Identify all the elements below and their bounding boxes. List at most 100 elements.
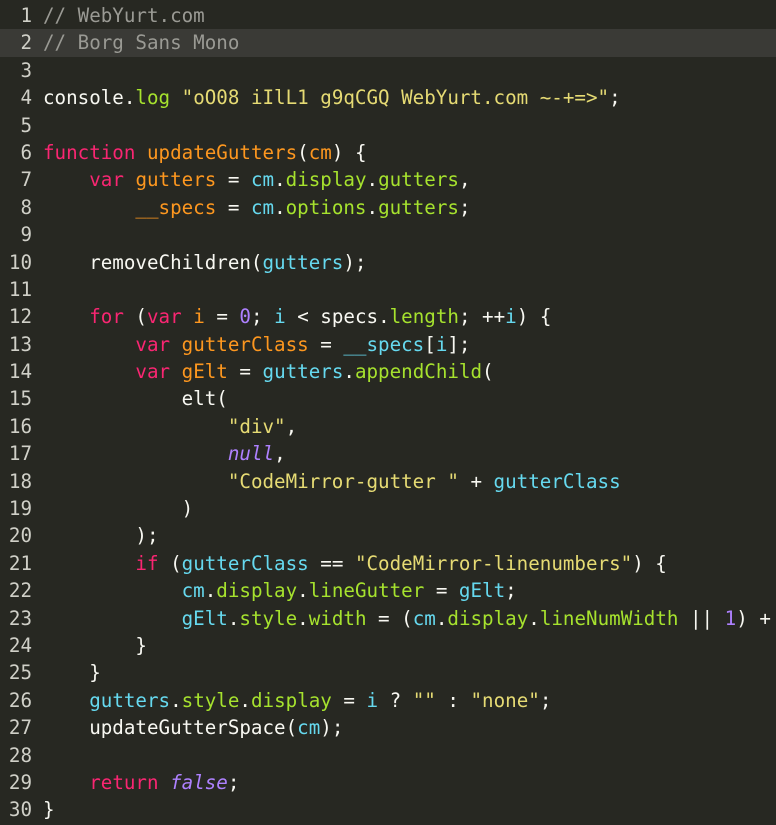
code-token: removeChildren( xyxy=(43,250,263,274)
code-token: var xyxy=(135,332,171,356)
code-token: null xyxy=(227,442,275,466)
code-line[interactable]: 10 removeChildren(gutters); xyxy=(0,249,776,276)
code-line[interactable]: 14 var gElt = gutters.appendChild( xyxy=(0,358,776,385)
code-line[interactable]: 27 updateGutterSpace(cm); xyxy=(0,714,776,741)
code-token: == xyxy=(308,551,355,575)
code-token: lineGutter xyxy=(308,579,425,603)
code-line[interactable]: 11 xyxy=(0,276,776,303)
line-number: 16 xyxy=(8,414,32,438)
line-number: 30 xyxy=(8,798,32,822)
code-line[interactable]: 30} xyxy=(0,796,776,823)
code-token: || xyxy=(678,606,725,630)
code-line[interactable]: 18 "CodeMirror-gutter " + gutterClass xyxy=(0,468,776,495)
code-token: gutters xyxy=(262,360,344,384)
code-line[interactable]: 22 cm.display.lineGutter = gElt; xyxy=(0,577,776,604)
code-line[interactable]: 13 var gutterClass = __specs[i]; xyxy=(0,331,776,358)
code-line[interactable]: 29 return false; xyxy=(0,769,776,796)
line-code: "CodeMirror-gutter " + gutterClass xyxy=(32,468,621,495)
code-line[interactable]: 4 console.log "oO08 iIlL1 g9qCGQ WebYurt.… xyxy=(0,84,776,111)
code-token: cm xyxy=(250,195,275,219)
code-token: updateGutters xyxy=(146,140,298,164)
code-token: ; ++ xyxy=(458,305,506,329)
code-line[interactable]: 21 if (gutterClass == "CodeMirror-linenu… xyxy=(0,550,776,577)
code-line[interactable]: 2 // Borg Sans Mono xyxy=(0,29,776,57)
code-line[interactable]: 19 ) xyxy=(0,495,776,522)
line-number: 7 xyxy=(20,168,32,192)
code-token: __specs xyxy=(135,195,217,219)
line-code: for (var i = 0; i < specs.length; ++i) { xyxy=(32,303,551,330)
line-code: updateGutterSpace(cm); xyxy=(32,714,343,741)
code-token: . xyxy=(227,606,240,630)
line-code: gElt.style.width = (cm.display.lineNumWi… xyxy=(32,605,771,632)
code-token: false xyxy=(170,770,228,794)
line-number: 14 xyxy=(8,360,32,384)
code-line[interactable]: 28 xyxy=(0,742,776,769)
code-token: gutters xyxy=(262,250,344,274)
code-line[interactable]: 23 gElt.style.width = (cm.display.lineNu… xyxy=(0,605,776,632)
code-line[interactable]: 20 ); xyxy=(0,522,776,549)
code-editor[interactable]: 1// WebYurt.com 2// Borg Sans Mono 3 4 conso… xyxy=(0,0,776,825)
code-token: ) xyxy=(43,497,194,521)
code-token: // Borg Sans Mono xyxy=(43,31,240,55)
code-token: = xyxy=(331,688,367,712)
code-token: ) + xyxy=(736,606,771,630)
line-code: console.log "oO08 iIlL1 g9qCGQ WebYurt.c… xyxy=(32,84,621,111)
code-token: gutterClass xyxy=(181,332,309,356)
line-code: ); xyxy=(32,522,158,549)
code-line[interactable]: 26 gutters.style.display = i ? "" : "non… xyxy=(0,687,776,714)
code-line[interactable]: 16 "div", xyxy=(0,413,776,440)
line-code: // Borg Sans Mono xyxy=(32,29,239,56)
code-token: , xyxy=(274,442,286,466)
code-token: ); xyxy=(320,716,344,740)
code-line[interactable]: 24 } xyxy=(0,632,776,659)
code-line[interactable]: 3 xyxy=(0,57,776,84)
line-code: // WebYurt.com xyxy=(32,2,205,29)
code-token: console. xyxy=(43,86,136,110)
line-number: 1 xyxy=(20,4,32,27)
code-line[interactable]: 12 for (var i = 0; i < specs.length; ++i… xyxy=(0,303,776,330)
code-token: log xyxy=(135,86,171,110)
code-token: cm xyxy=(297,716,321,740)
code-line[interactable]: 25 } xyxy=(0,659,776,686)
code-line[interactable]: 5 xyxy=(0,112,776,139)
code-line[interactable]: 6 function updateGutters(cm) { xyxy=(0,139,776,166)
code-token: ; xyxy=(250,305,275,329)
line-number: 5 xyxy=(20,113,32,137)
code-token: = xyxy=(227,360,263,384)
code-line[interactable]: 8 __specs = cm.options.gutters; xyxy=(0,194,776,221)
code-token: return xyxy=(89,770,159,794)
code-token: . xyxy=(366,168,379,192)
code-line[interactable]: 7 var gutters = cm.display.gutters, xyxy=(0,166,776,193)
code-token: display xyxy=(250,688,332,712)
line-code: if (gutterClass == "CodeMirror-linenumbe… xyxy=(32,550,666,577)
code-token: } xyxy=(43,661,101,685)
code-token: if xyxy=(135,551,159,575)
code-token: var xyxy=(135,360,171,384)
line-number: 8 xyxy=(20,195,32,219)
code-line[interactable]: 1 // WebYurt.com xyxy=(0,2,776,29)
line-number: 26 xyxy=(8,688,32,712)
code-token: ( xyxy=(123,305,147,329)
code-line[interactable]: 17 null, xyxy=(0,440,776,467)
line-number: 19 xyxy=(8,497,32,521)
code-token: . xyxy=(297,579,309,603)
code-token: i xyxy=(274,305,286,329)
code-token: var xyxy=(89,168,124,192)
code-token: for xyxy=(89,305,124,329)
code-line[interactable]: 9 xyxy=(0,221,776,248)
code-line[interactable]: 15 elt( xyxy=(0,385,776,412)
line-number: 9 xyxy=(20,223,32,247)
code-token: . xyxy=(204,579,217,603)
